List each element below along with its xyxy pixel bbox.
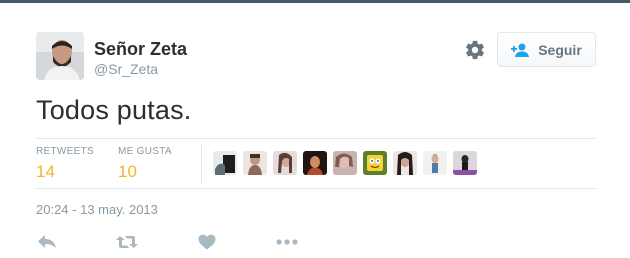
favoriter-avatar[interactable] xyxy=(363,151,387,175)
retweets-label: RETWEETS xyxy=(36,146,94,157)
likes-stat[interactable]: ME GUSTA 10 xyxy=(118,146,172,182)
user-handle[interactable]: @Sr_Zeta xyxy=(94,61,158,77)
retweets-stat[interactable]: RETWEETS 14 xyxy=(36,146,94,182)
gear-icon[interactable] xyxy=(464,39,486,61)
likes-label: ME GUSTA xyxy=(118,146,172,157)
stats-bottom-divider xyxy=(36,188,596,189)
tweet-text: Todos putas. xyxy=(36,95,192,125)
stats-top-divider xyxy=(36,138,596,139)
top-border xyxy=(0,0,630,3)
add-user-icon xyxy=(511,43,530,57)
favoriters-list xyxy=(213,151,477,175)
follow-button-label: Seguir xyxy=(538,41,582,58)
likes-count: 10 xyxy=(118,162,137,181)
favoriter-avatar[interactable] xyxy=(393,151,417,175)
favoriter-avatar[interactable] xyxy=(243,151,267,175)
tweet-timestamp[interactable]: 20:24 - 13 may. 2013 xyxy=(36,202,158,218)
favoriter-avatar[interactable] xyxy=(423,151,447,175)
retweets-count: 14 xyxy=(36,162,55,181)
favoriter-avatar[interactable] xyxy=(213,151,237,175)
heart-icon[interactable] xyxy=(196,232,218,252)
avatar-image xyxy=(36,32,84,80)
follow-button[interactable]: Seguir xyxy=(497,32,596,67)
favoriter-avatar[interactable] xyxy=(273,151,297,175)
favoriter-avatar[interactable] xyxy=(333,151,357,175)
favoriter-avatar[interactable] xyxy=(453,151,477,175)
more-dots-icon[interactable] xyxy=(276,232,298,252)
user-display-name[interactable]: Señor Zeta xyxy=(94,38,187,60)
stats-separator xyxy=(201,144,202,184)
favoriter-avatar[interactable] xyxy=(303,151,327,175)
retweet-icon[interactable] xyxy=(116,232,138,252)
user-avatar[interactable] xyxy=(36,32,84,80)
reply-icon[interactable] xyxy=(36,232,58,252)
